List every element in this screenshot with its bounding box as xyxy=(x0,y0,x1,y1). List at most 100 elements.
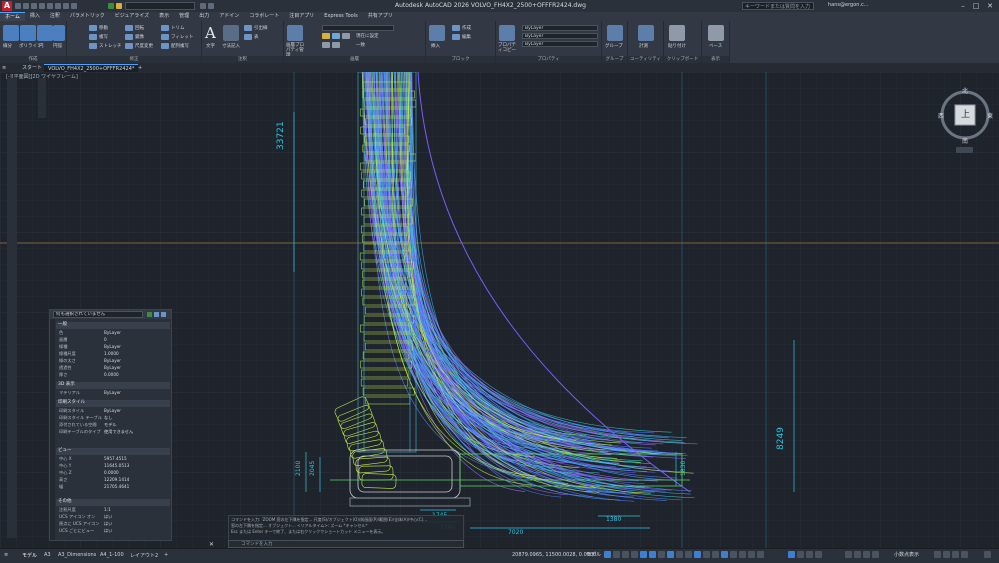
fillet-label[interactable]: フィレット xyxy=(171,34,193,40)
group-icon[interactable] xyxy=(607,25,623,41)
layer-iso-icon[interactable] xyxy=(322,42,330,48)
create-block-label[interactable]: 作成 xyxy=(462,25,471,31)
select-objects-icon[interactable] xyxy=(154,312,159,317)
prop-row[interactable]: 線種尺度 1.0000 xyxy=(56,351,170,358)
arc-icon[interactable] xyxy=(53,25,65,41)
customization-icon[interactable] xyxy=(934,551,941,558)
copy-label[interactable]: 複写 xyxy=(99,34,108,40)
measure-icon[interactable] xyxy=(638,25,654,41)
tab-layout-2[interactable]: レイアウト2 xyxy=(130,552,158,559)
plot-icon[interactable] xyxy=(55,3,61,9)
graphics-performance-icon[interactable] xyxy=(863,551,870,558)
section-misc[interactable]: その他 xyxy=(56,499,170,506)
prop-row[interactable]: 印刷テーブルのタイプ 使用できません xyxy=(56,429,170,436)
base-view-icon[interactable] xyxy=(708,25,724,41)
layer-bulb-icon[interactable] xyxy=(116,3,122,9)
help-search-input[interactable]: キーワードまたは質問を入力 xyxy=(742,2,814,10)
tab-output[interactable]: 出力 xyxy=(194,12,214,21)
prop-row[interactable]: 線種 ByLayer xyxy=(56,344,170,351)
layer-lock-icon[interactable] xyxy=(342,33,350,39)
base-view-label[interactable]: ベース xyxy=(709,43,722,49)
tab-layout-a4[interactable]: A4_1-100 xyxy=(100,552,124,558)
viewcube-top-face[interactable]: 上 xyxy=(961,107,970,120)
panel-annotation-label[interactable]: 注釈 xyxy=(202,56,283,63)
ucs-menu[interactable] xyxy=(956,147,973,153)
edit-block-icon[interactable] xyxy=(452,34,460,40)
panel-block-label[interactable]: ブロック xyxy=(426,56,495,63)
annotation-scale-icon[interactable] xyxy=(757,551,764,558)
layer-quick-combo[interactable] xyxy=(125,2,195,10)
tab-view[interactable]: 表示 xyxy=(154,12,174,21)
layer-off-icon[interactable] xyxy=(322,33,330,39)
rotate-icon[interactable] xyxy=(125,25,133,31)
mirror-label[interactable]: 鏡像 xyxy=(135,34,144,40)
new-icon[interactable] xyxy=(15,3,21,9)
prop-row[interactable]: 中心 Y 11645.0513 xyxy=(56,463,170,470)
cursor-coordinates[interactable]: 20879.0965, 11500.0028, 0.0000 xyxy=(512,552,596,558)
text-icon[interactable]: A xyxy=(205,25,221,41)
tab-layout-a3-dimensions[interactable]: A3_Dimensions xyxy=(58,552,96,558)
linetype-combo[interactable]: ByLayer xyxy=(522,41,598,47)
close-command-icon[interactable]: ✕ xyxy=(209,541,214,548)
text-label[interactable]: 文字 xyxy=(206,43,215,49)
insert-block-icon[interactable] xyxy=(429,25,445,41)
annotation-scale[interactable]: 小数点表示 xyxy=(894,551,919,558)
table-icon[interactable] xyxy=(244,34,252,40)
ortho-icon[interactable] xyxy=(631,551,638,558)
lock-ui-icon[interactable] xyxy=(845,551,852,558)
color-combo[interactable]: ByLayer xyxy=(522,25,598,31)
minimize-icon[interactable]: – xyxy=(958,1,968,11)
trim-label[interactable]: トリム xyxy=(171,25,185,31)
compass-east[interactable]: 東 xyxy=(987,111,993,120)
tab-parametric[interactable]: パラメトリック xyxy=(65,12,110,21)
dynamic-ucs-icon[interactable] xyxy=(712,551,719,558)
dimension-icon[interactable] xyxy=(223,25,239,41)
polar-icon[interactable] xyxy=(640,551,647,558)
panel-clipboard-label[interactable]: クリップボード xyxy=(664,56,701,63)
isodraft-icon[interactable] xyxy=(649,551,656,558)
panel-draw-label[interactable]: 作成 xyxy=(0,56,66,63)
annotation-monitor-icon[interactable] xyxy=(797,551,804,558)
undo-icon[interactable] xyxy=(63,3,69,9)
dynamic-input-icon[interactable] xyxy=(622,551,629,558)
table-label[interactable]: 表 xyxy=(254,34,259,40)
section-general[interactable]: 一般 xyxy=(56,322,170,329)
tab-model[interactable]: モデル xyxy=(22,552,37,559)
snap-icon[interactable] xyxy=(613,551,620,558)
tab-collaborate[interactable]: コラボレート xyxy=(244,12,284,21)
maximize-icon[interactable]: □ xyxy=(971,1,981,11)
workspace-icon[interactable] xyxy=(788,551,795,558)
set-current-label[interactable]: 現在に設定 xyxy=(356,33,379,39)
tab-home[interactable]: ホーム xyxy=(0,11,25,22)
leader-icon[interactable] xyxy=(244,25,252,31)
model-space-button[interactable]: モデル xyxy=(586,551,601,558)
object-snap-tracking-icon[interactable] xyxy=(658,551,665,558)
tab-featured-apps[interactable]: 注目アプリ xyxy=(284,12,319,21)
panel-groups-label[interactable]: グループ xyxy=(602,56,627,63)
polyline-icon[interactable] xyxy=(20,25,36,41)
trim-icon[interactable] xyxy=(161,25,169,31)
new-tab-button[interactable]: + xyxy=(134,64,146,72)
panel-view-label[interactable]: 表示 xyxy=(702,56,729,63)
layer-unisolate-icon[interactable] xyxy=(332,42,340,48)
prop-row[interactable]: 幅 21705.4641 xyxy=(56,484,170,491)
panel-utilities-label[interactable]: ユーティリティ xyxy=(628,56,663,63)
panel-modify-label[interactable]: 修正 xyxy=(67,56,201,63)
annotation-visibility-icon[interactable] xyxy=(739,551,746,558)
prop-row[interactable]: UCS ごとにビュー はい xyxy=(56,528,170,535)
toggle-pickadd-icon[interactable] xyxy=(147,312,152,317)
line-icon[interactable] xyxy=(3,25,19,41)
tab-layout-a3[interactable]: A3 xyxy=(44,552,51,558)
notification-icon[interactable] xyxy=(952,551,959,558)
close-icon[interactable]: ✕ xyxy=(985,1,995,11)
prop-row[interactable]: 添付されている空間 モデル xyxy=(56,422,170,429)
paste-icon[interactable] xyxy=(669,25,685,41)
prop-row[interactable]: 高さ 12209.1414 xyxy=(56,477,170,484)
clean-screen-icon[interactable] xyxy=(872,551,879,558)
palette-tab-strip[interactable] xyxy=(38,78,46,118)
add-layout-button[interactable]: + xyxy=(164,552,168,558)
status-menu-icon[interactable]: ≡ xyxy=(4,552,8,558)
edit-block-label[interactable]: 編集 xyxy=(462,34,471,40)
3d-osnap-icon[interactable] xyxy=(703,551,710,558)
array-icon[interactable] xyxy=(161,43,169,49)
